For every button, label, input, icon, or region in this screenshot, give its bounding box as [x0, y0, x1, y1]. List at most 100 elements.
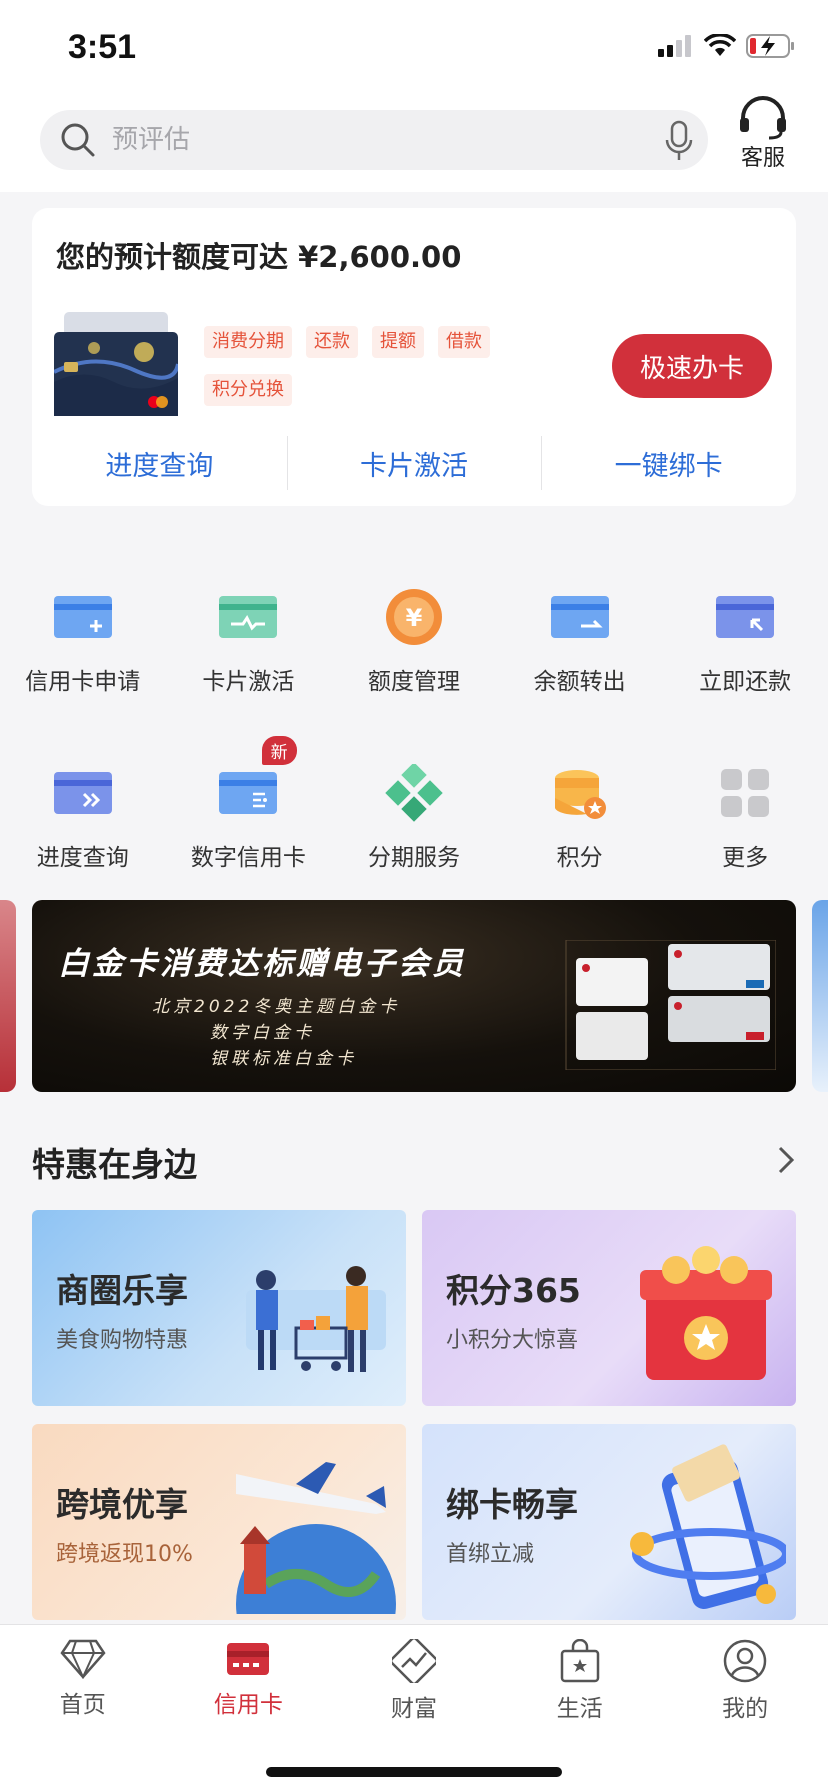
wifi-icon [704, 34, 736, 56]
tab-life[interactable]: 生活 [497, 1625, 663, 1735]
promo-banner[interactable]: 白金卡消费达标赠电子会员 北京2022冬奥主题白金卡 数字白金卡 银联标准白金卡 [32, 900, 796, 1092]
deal-subtitle: 跨境返现10% [56, 1542, 193, 1567]
grid-item-label: 立即还款 [699, 669, 792, 695]
card-activate-link[interactable]: 卡片激活 [286, 434, 542, 492]
quota-links: 进度查询 卡片激活 一键绑卡 [32, 434, 796, 492]
search-bar[interactable] [40, 110, 708, 170]
card-add-icon [53, 596, 112, 638]
grid-item-balance-transfer[interactable]: 余额转出 [497, 560, 663, 736]
tab-label: 信用卡 [213, 1692, 283, 1718]
deal-card-bind-card[interactable]: 绑卡畅享 首绑立减 [422, 1424, 796, 1620]
tag-borrow[interactable]: 借款 [438, 326, 490, 358]
tag-increase-limit[interactable]: 提额 [372, 326, 424, 358]
digital-card-icon [219, 772, 278, 814]
chevron-right-icon[interactable] [776, 1144, 796, 1176]
shopping-bag-icon [560, 1639, 599, 1683]
card-activate-icon [219, 596, 278, 638]
deal-card-shopping[interactable]: 商圈乐享 美食购物特惠 [32, 1210, 406, 1406]
bind-card-link[interactable]: 一键绑卡 [541, 434, 796, 492]
tab-wealth[interactable]: 财富 [331, 1625, 497, 1735]
grid-item-label: 更多 [722, 845, 769, 871]
credit-card-icon [227, 1643, 270, 1675]
deals-title: 特惠在身边 [32, 1145, 197, 1184]
credit-quota-card: 您的预计额度可达 ¥2,600.00 消费分期 还款 提额 借款 积分兑换 极速… [32, 208, 796, 506]
credit-card-image [54, 312, 178, 416]
svg-text:¥: ¥ [406, 604, 423, 632]
tag-installment[interactable]: 消费分期 [204, 326, 292, 358]
grid-item-label: 积分 [556, 845, 603, 871]
card-transfer-icon [550, 596, 609, 638]
coin-stack-icon [554, 770, 606, 819]
tab-label: 我的 [722, 1696, 769, 1722]
card-repay-icon [716, 596, 775, 638]
shopping-people-illustration [246, 1266, 386, 1372]
yuan-coin-icon: ¥ [385, 589, 442, 645]
new-badge: 新 [261, 736, 297, 765]
tab-mine[interactable]: 我的 [662, 1625, 828, 1735]
microphone-icon[interactable] [664, 120, 694, 162]
tab-label: 首页 [59, 1692, 106, 1718]
grid-item-installment-service[interactable]: 分期服务 [331, 736, 497, 912]
grid-item-credit-card-apply[interactable]: 信用卡申请 [0, 560, 166, 736]
deal-title: 积分365 [446, 1271, 581, 1310]
tab-home[interactable]: 首页 [0, 1625, 166, 1735]
status-time: 3:51 [68, 28, 137, 66]
grid-item-label: 信用卡申请 [25, 669, 141, 695]
deal-title: 绑卡畅享 [446, 1485, 578, 1524]
status-bar: 3:51 [0, 0, 828, 96]
tag-repayment[interactable]: 还款 [306, 326, 358, 358]
airplane-globe-illustration [236, 1462, 396, 1614]
banner-next-peek[interactable] [812, 900, 828, 1092]
diamond-grid-icon [385, 764, 443, 822]
grid-item-label: 额度管理 [367, 669, 460, 695]
grid-item-progress-query[interactable]: 进度查询 [0, 736, 166, 912]
grid-item-points[interactable]: 积分 [497, 736, 663, 912]
deal-title: 商圈乐享 [56, 1271, 188, 1310]
more-grid-icon [721, 769, 770, 817]
wealth-chart-icon [391, 1639, 436, 1683]
customer-service-button[interactable]: 客服 [728, 96, 798, 176]
search-header: 客服 [0, 96, 828, 192]
diamond-icon [60, 1639, 106, 1679]
card-progress-icon [53, 772, 112, 814]
deal-subtitle: 美食购物特惠 [56, 1328, 189, 1353]
service-grid-row: 进度查询 新 数字信用卡 分期服务 积分 更多 [0, 736, 828, 912]
grid-item-label: 余额转出 [533, 669, 626, 695]
search-input[interactable] [112, 125, 632, 155]
progress-query-link[interactable]: 进度查询 [32, 434, 287, 492]
phone-card-illustration [630, 1444, 786, 1610]
grid-item-quota-manage[interactable]: ¥ 额度管理 [331, 560, 497, 736]
service-grid: 信用卡申请 卡片激活 ¥ 额度管理 余额转出 立即还款 进度查询 新 数字信用卡… [0, 560, 828, 912]
banner-title: 白金卡消费达标赠电子会员 [58, 946, 466, 982]
search-icon [61, 123, 95, 157]
customer-service-label: 客服 [740, 146, 785, 171]
headset-icon [740, 96, 786, 140]
grid-item-digital-card[interactable]: 新 数字信用卡 [166, 736, 332, 912]
grid-item-more[interactable]: 更多 [662, 736, 828, 912]
tab-label: 财富 [390, 1696, 437, 1722]
grid-item-label: 数字信用卡 [190, 845, 306, 871]
user-icon [723, 1639, 767, 1683]
status-icons [658, 34, 796, 58]
tag-points-exchange[interactable]: 积分兑换 [204, 374, 292, 406]
deal-title: 跨境优享 [56, 1485, 188, 1524]
deal-subtitle: 首绑立减 [446, 1542, 535, 1567]
bottom-tab-bar: 首页 信用卡 财富 生活 我的 [0, 1624, 828, 1792]
quick-apply-button[interactable]: 极速办卡 [612, 334, 772, 398]
grid-item-repay-now[interactable]: 立即还款 [662, 560, 828, 736]
red-gift-box-illustration [640, 1246, 772, 1380]
signal-icon [658, 35, 691, 57]
banner-line: 银联标准白金卡 [210, 1049, 357, 1069]
deal-subtitle: 小积分大惊喜 [446, 1328, 579, 1353]
banner-line: 数字白金卡 [210, 1023, 315, 1043]
deal-card-cross-border[interactable]: 跨境优享 跨境返现10% [32, 1424, 406, 1620]
tab-credit-card[interactable]: 信用卡 [166, 1625, 332, 1735]
deal-card-points[interactable]: 积分365 小积分大惊喜 [422, 1210, 796, 1406]
grid-item-card-activate[interactable]: 卡片激活 [166, 560, 332, 736]
grid-item-label: 卡片激活 [202, 669, 295, 695]
home-indicator [266, 1767, 562, 1777]
tab-label: 生活 [556, 1696, 603, 1722]
banner-prev-peek[interactable] [0, 900, 16, 1092]
deals-header[interactable]: 特惠在身边 [32, 1138, 796, 1184]
service-grid-row: 信用卡申请 卡片激活 ¥ 额度管理 余额转出 立即还款 [0, 560, 828, 736]
